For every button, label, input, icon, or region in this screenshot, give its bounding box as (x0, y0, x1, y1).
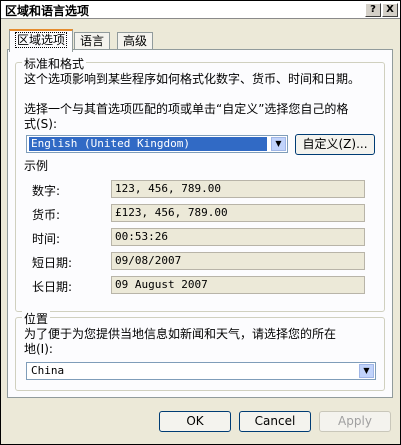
tab-regional-options-label: 区域选项 (15, 32, 68, 48)
apply-button[interactable]: Apply (319, 411, 391, 432)
locale-selected-value: English (United Kingdom) (29, 137, 267, 151)
close-button[interactable]: X (382, 3, 398, 17)
tab-advanced-label: 高级 (123, 34, 148, 48)
sample-long-date-value: 09 August 2007 (111, 276, 365, 294)
location-prompt-line2: 地(I): (24, 342, 53, 356)
sample-time-label: 时间: (32, 232, 61, 246)
sample-number-label: 数字: (32, 184, 61, 198)
locale-dropdown[interactable]: English (United Kingdom) ▼ (26, 135, 288, 153)
location-group-title: 位置 (22, 310, 51, 327)
standards-description: 这个选项影响到某些程序如何格式化数字、货币、时间和日期。 (24, 72, 361, 86)
sample-currency-label: 货币: (32, 208, 61, 222)
standards-group-title: 标准和格式 (22, 55, 87, 72)
tab-languages[interactable]: 语言 (74, 32, 111, 50)
sample-short-date-label: 短日期: (32, 256, 73, 270)
standards-group: 标准和格式 这个选项影响到某些程序如何格式化数字、货币、时间和日期。 选择一个与… (15, 55, 385, 312)
location-dropdown[interactable]: China ▼ (26, 362, 376, 380)
location-prompt-line1: 为了便于为您提供当地信息如新闻和天气，请选择您的所在 (24, 327, 337, 341)
title-bar: 区域和语言选项 ? X (1, 1, 400, 19)
ok-button[interactable]: OK (159, 411, 231, 432)
tab-advanced[interactable]: 高级 (117, 32, 154, 50)
sample-long-date-label: 长日期: (32, 280, 73, 294)
chevron-down-icon[interactable]: ▼ (359, 364, 374, 378)
tab-strip: 区域选项 语言 高级 (9, 29, 399, 52)
sample-time-value: 00:53:26 (111, 228, 365, 246)
customize-button[interactable]: 自定义(Z)... (295, 134, 375, 155)
tab-regional-options[interactable]: 区域选项 (9, 29, 74, 52)
regional-options-dialog: 区域和语言选项 ? X 区域选项 语言 高级 标准和格式 这个选项影响到某些程序… (0, 0, 401, 445)
window-title: 区域和语言选项 (5, 4, 90, 18)
locale-prompt-line2: 式(S): (24, 117, 58, 131)
dialog-button-row: OK Cancel Apply (1, 411, 400, 435)
locale-prompt-line1: 选择一个与其首选项匹配的项或单击“自定义”选择您自己的格 (24, 102, 349, 116)
sample-short-date-value: 09/08/2007 (111, 252, 365, 270)
cancel-button[interactable]: Cancel (239, 411, 311, 432)
sample-currency-value: £123, 456, 789.00 (111, 204, 365, 222)
help-button[interactable]: ? (365, 3, 381, 17)
samples-title: 示例 (24, 159, 49, 173)
location-group: 位置 为了便于为您提供当地信息如新闻和天气，请选择您的所在 地(I): Chin… (15, 310, 385, 391)
tab-languages-label: 语言 (80, 34, 105, 48)
sample-number-value: 123, 456, 789.00 (111, 180, 365, 198)
tab-page-regional-options: 标准和格式 这个选项影响到某些程序如何格式化数字、货币、时间和日期。 选择一个与… (7, 49, 393, 398)
chevron-down-icon[interactable]: ▼ (271, 137, 286, 151)
location-selected-value: China (31, 364, 65, 377)
